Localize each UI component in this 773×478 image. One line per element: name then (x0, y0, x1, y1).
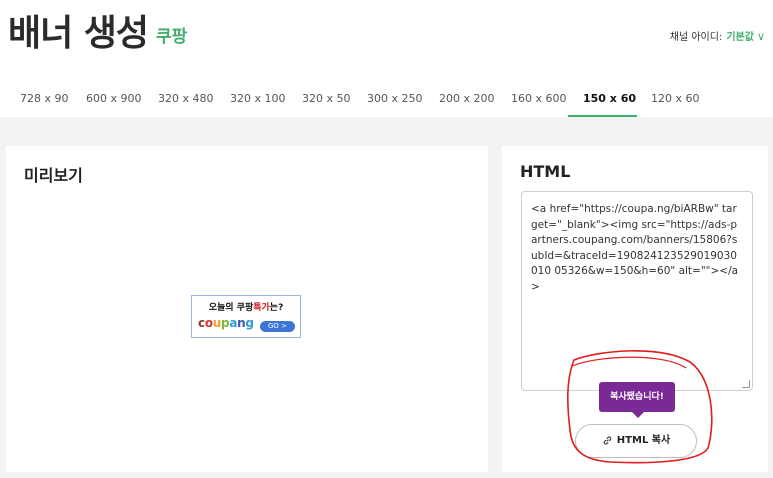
page-header: 배너 생성 쿠팡 채널 아이디: 기본값 ∨ (0, 0, 773, 80)
html-panel: HTML <a href="https://coupa.ng/biARBw" t… (502, 146, 768, 472)
tab-600x900[interactable]: 600 x 900 (86, 92, 142, 105)
channel-id-value[interactable]: 기본값 (726, 32, 754, 43)
tab-320x50[interactable]: 320 x 50 (302, 92, 351, 105)
banner-text-highlight: 특가 (253, 303, 270, 313)
tooltip-arrow (632, 412, 644, 418)
tab-160x600[interactable]: 160 x 600 (511, 92, 567, 105)
banner-headline: 오늘의 쿠팡특가는? (192, 300, 300, 313)
channel-id-selector[interactable]: 채널 아이디: 기본값 ∨ (670, 28, 765, 43)
chevron-down-icon[interactable]: ∨ (757, 30, 765, 43)
banner-go-button[interactable]: GO > (260, 321, 295, 332)
channel-id-label: 채널 아이디: (669, 32, 723, 43)
platform-label: 쿠팡 (156, 27, 188, 47)
copy-html-label: HTML 복사 (616, 435, 671, 446)
copy-html-button[interactable]: HTML 복사 (575, 424, 697, 458)
banner-text-before: 오늘의 쿠팡 (208, 303, 254, 313)
tab-150x60[interactable]: 150 x 60 (583, 92, 636, 105)
tab-728x90[interactable]: 728 x 90 (20, 92, 69, 105)
copied-tooltip: 복사됐습니다! (599, 382, 675, 412)
tab-200x200[interactable]: 200 x 200 (439, 92, 495, 105)
html-title: HTML (520, 162, 571, 181)
html-code-text: <a href="https://coupa.ng/biARBw" target… (531, 203, 739, 293)
page-title: 배너 생성 (8, 13, 149, 54)
preview-panel: 미리보기 오늘의 쿠팡특가는? coupang GO > (6, 146, 488, 472)
banner-size-tabs: 728 x 90 600 x 900 320 x 480 320 x 100 3… (0, 84, 773, 117)
banner-preview[interactable]: 오늘의 쿠팡특가는? coupang GO > (191, 295, 301, 338)
tab-320x100[interactable]: 320 x 100 (230, 92, 286, 105)
link-icon (603, 435, 612, 445)
html-code-textarea[interactable]: <a href="https://coupa.ng/biARBw" target… (521, 191, 753, 391)
banner-text-after: 는? (269, 303, 284, 313)
tab-120x60[interactable]: 120 x 60 (651, 92, 700, 105)
coupang-logo: coupang (198, 316, 254, 330)
resize-handle[interactable] (742, 380, 750, 388)
tab-320x480[interactable]: 320 x 480 (158, 92, 214, 105)
tab-300x250[interactable]: 300 x 250 (367, 92, 423, 105)
preview-title: 미리보기 (24, 166, 83, 185)
